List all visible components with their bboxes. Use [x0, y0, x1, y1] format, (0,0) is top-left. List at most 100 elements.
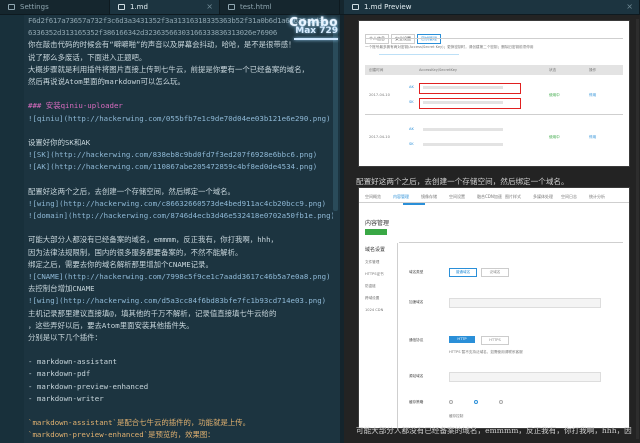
domain-input[interactable]: [449, 298, 601, 308]
col-time: 创建时间: [369, 68, 384, 72]
editor-line[interactable]: 然后再说说Atom里面的markdown可以怎么玩。: [28, 76, 333, 88]
bucket-nav-item[interactable]: 内容管理: [393, 194, 409, 200]
bucket-nav-item[interactable]: 空间概览: [365, 194, 381, 200]
side-heading: 域名设置: [365, 247, 386, 253]
combo-counter: Combo Max 729: [278, 15, 338, 40]
markdown-preview: 个人信息安全设置密钥管理 一个账号最多拥有两对密钥(Access/Secret …: [344, 15, 640, 443]
row1-action[interactable]: 停用: [589, 93, 596, 98]
editor-line[interactable]: 可能大部分人都没有已经备案的域名，emmmm，反正我有，你打我啊，hhh，: [28, 234, 333, 246]
editor-text-area[interactable]: F6d2f617a73657a732f3c6d3a3431352f3a31316…: [28, 15, 333, 442]
editor-line[interactable]: [28, 125, 333, 137]
combo-timer-bar: [294, 38, 338, 40]
editor-scrollbar[interactable]: [333, 23, 338, 211]
tab-settings[interactable]: Settings: [0, 0, 110, 14]
tab-1-md-preview[interactable]: 1.md Preview ×: [344, 0, 640, 14]
bucket-nav-item[interactable]: 空间日志: [561, 194, 577, 200]
editor-line[interactable]: 你在敲击代码的时候会有“噼噼啪”的声音以及屏幕会抖动，哈哈，是不是很带感！: [28, 39, 333, 51]
editor-line[interactable]: ![wing](http://hackerwing.com/c866326605…: [28, 198, 333, 210]
key-table-header: [365, 65, 623, 75]
key-intro: 一个账号最多拥有两对密钥(Access/Secret Key)；更换密钥时，请创…: [365, 45, 534, 49]
bucket-nav-item[interactable]: 统计分析: [589, 194, 605, 200]
side-menu-item[interactable]: HTTPS证书: [365, 272, 384, 277]
editor-line[interactable]: ![qiniu](http://hackerwing.com/055bfb7e1…: [28, 113, 333, 125]
radio[interactable]: [449, 400, 453, 404]
preview-icon: [352, 4, 359, 10]
row1-status: 使用中: [549, 93, 560, 97]
wildcard-domain-button[interactable]: 泛域名: [481, 268, 509, 277]
editor-line[interactable]: ![domain](http://hackerwing.com/8746d4ec…: [28, 210, 333, 222]
tab-1-md[interactable]: 1.md ×: [110, 0, 220, 14]
bucket-nav-item[interactable]: 融合CDN加速: [477, 194, 502, 200]
col-key: AccessKey/SecretKey: [419, 68, 458, 72]
row1-sk-value: [423, 101, 503, 104]
bucket-nav-item[interactable]: 镜像存储: [421, 194, 437, 200]
editor-line[interactable]: - markdown-preview-enhanced: [28, 381, 333, 393]
editor-line[interactable]: [28, 344, 333, 356]
tab-label: 1.md: [130, 3, 148, 11]
divider: [399, 242, 623, 243]
bucket-nav-item[interactable]: 多媒体处理: [533, 194, 553, 200]
preview-image-domain: 空间概览 内容管理 镜像存储 空间设置 融合CDN加速 图片样式 多媒体处理 空间日志 统计分析…: [358, 187, 630, 429]
editor-line[interactable]: - markdown-pdf: [28, 368, 333, 380]
side-menu-item[interactable]: 文件管理: [365, 260, 379, 265]
radio[interactable]: [499, 400, 503, 404]
editor-line[interactable]: ![SK](http://hackerwing.com/838eb8c9bd0f…: [28, 149, 333, 161]
editor-line[interactable]: 主机记录那里建议直接填@，填其他的千万不解析，记录值直接填七牛云给的: [28, 308, 333, 320]
line-number-gutter: [0, 15, 24, 443]
file-icon: [118, 4, 125, 10]
editor-line[interactable]: [28, 405, 333, 417]
editor-line[interactable]: ![wing](http://hackerwing.com/d5a3cc84f6…: [28, 295, 333, 307]
editor-line[interactable]: ### 安装qiniu-uploader: [28, 100, 333, 112]
form-label: 通信协议: [409, 338, 424, 342]
row2-ak-label: AK: [409, 127, 414, 131]
https-button[interactable]: HTTPS: [481, 336, 509, 345]
editor-line[interactable]: 配置好这两个之后，去创建一个存储空间，然后绑定一个域名。: [28, 186, 333, 198]
bucket-nav-item[interactable]: 图片样式: [505, 194, 521, 200]
editor-line[interactable]: 去控制台增加CNAME: [28, 283, 333, 295]
radio[interactable]: [474, 400, 478, 404]
key-page-tabs: 个人信息安全设置密钥管理: [365, 25, 443, 44]
form-label: 加速域名: [409, 300, 424, 304]
close-icon[interactable]: ×: [626, 0, 633, 14]
close-icon[interactable]: ×: [206, 0, 213, 14]
bucket-nav-item[interactable]: 空间设置: [449, 194, 465, 200]
editor-line[interactable]: 大概步骤就是利用插件将图片直接上传到七牛云，前提是你要有一个已经备案的域名，: [28, 64, 333, 76]
row2-sk-label: SK: [409, 142, 414, 146]
preview-paragraph: 可能大部分人都没有已经备案的域名，emmmm，反正我有，你打我啊，hhh，因: [356, 426, 632, 435]
editor-line[interactable]: 说了那么多废话，下面进入正题吧。: [28, 52, 333, 64]
editor-line[interactable]: ![AK](http://hackerwing.com/110867abe205…: [28, 161, 333, 173]
editor-line[interactable]: ![CNAME](http://hackerwing.com/7998c5f9c…: [28, 271, 333, 283]
underline: [379, 54, 459, 55]
row2-status: 使用中: [549, 135, 560, 139]
editor-line[interactable]: - markdown-assistant: [28, 356, 333, 368]
editor-line[interactable]: [28, 88, 333, 100]
editor-line[interactable]: - markdown-writer: [28, 393, 333, 405]
editor-line[interactable]: `markdown-assistant`是配合七牛云的插件的，功能就是上传。: [28, 417, 333, 429]
tab-test-html[interactable]: test.html: [220, 0, 340, 14]
row2-time: 2017-04-10: [369, 135, 390, 139]
editor-line[interactable]: 绑定之后，需要去你的域名解析那里增加个CNAME记录。: [28, 259, 333, 271]
tab-label: 1.md Preview: [364, 3, 412, 11]
row1-ak-label: AK: [409, 85, 414, 89]
editor-line[interactable]: 设置好你的SK和AK: [28, 137, 333, 149]
side-menu-item[interactable]: 跨域设置: [365, 296, 379, 301]
vertical-divider: [397, 243, 398, 428]
editor-line[interactable]: `markdown-preview-enhanced`是预览的，效果图：: [28, 429, 333, 441]
editor-line[interactable]: ，这些弄好以后，要去Atom里面安装其他插件失。: [28, 320, 333, 332]
normal-domain-button[interactable]: 普通域名: [449, 268, 477, 277]
origin-input[interactable]: [449, 372, 601, 382]
editor-line[interactable]: 分别是以下几个插件：: [28, 332, 333, 344]
editor-line[interactable]: 因为法律法规限制，国内的很多服务都要备案的，不然不能解析。: [28, 247, 333, 259]
preview-image-keys: 个人信息安全设置密钥管理 一个账号最多拥有两对密钥(Access/Secret …: [358, 20, 630, 167]
editor-line[interactable]: [28, 222, 333, 234]
markdown-editor[interactable]: F6d2f617a73657a732f3c6d3a3431352f3a31316…: [0, 15, 340, 443]
http-button[interactable]: HTTP: [449, 336, 475, 343]
preview-scrollbar[interactable]: [636, 19, 639, 439]
divider: [365, 114, 623, 115]
side-menu-item[interactable]: 1024 CDN: [365, 308, 383, 312]
row2-action[interactable]: 停用: [589, 135, 596, 140]
row2-sk-value: [423, 143, 503, 146]
side-menu-item[interactable]: 防盗链: [365, 284, 376, 289]
form-label: 源站域名: [409, 374, 424, 378]
editor-line[interactable]: [28, 173, 333, 185]
